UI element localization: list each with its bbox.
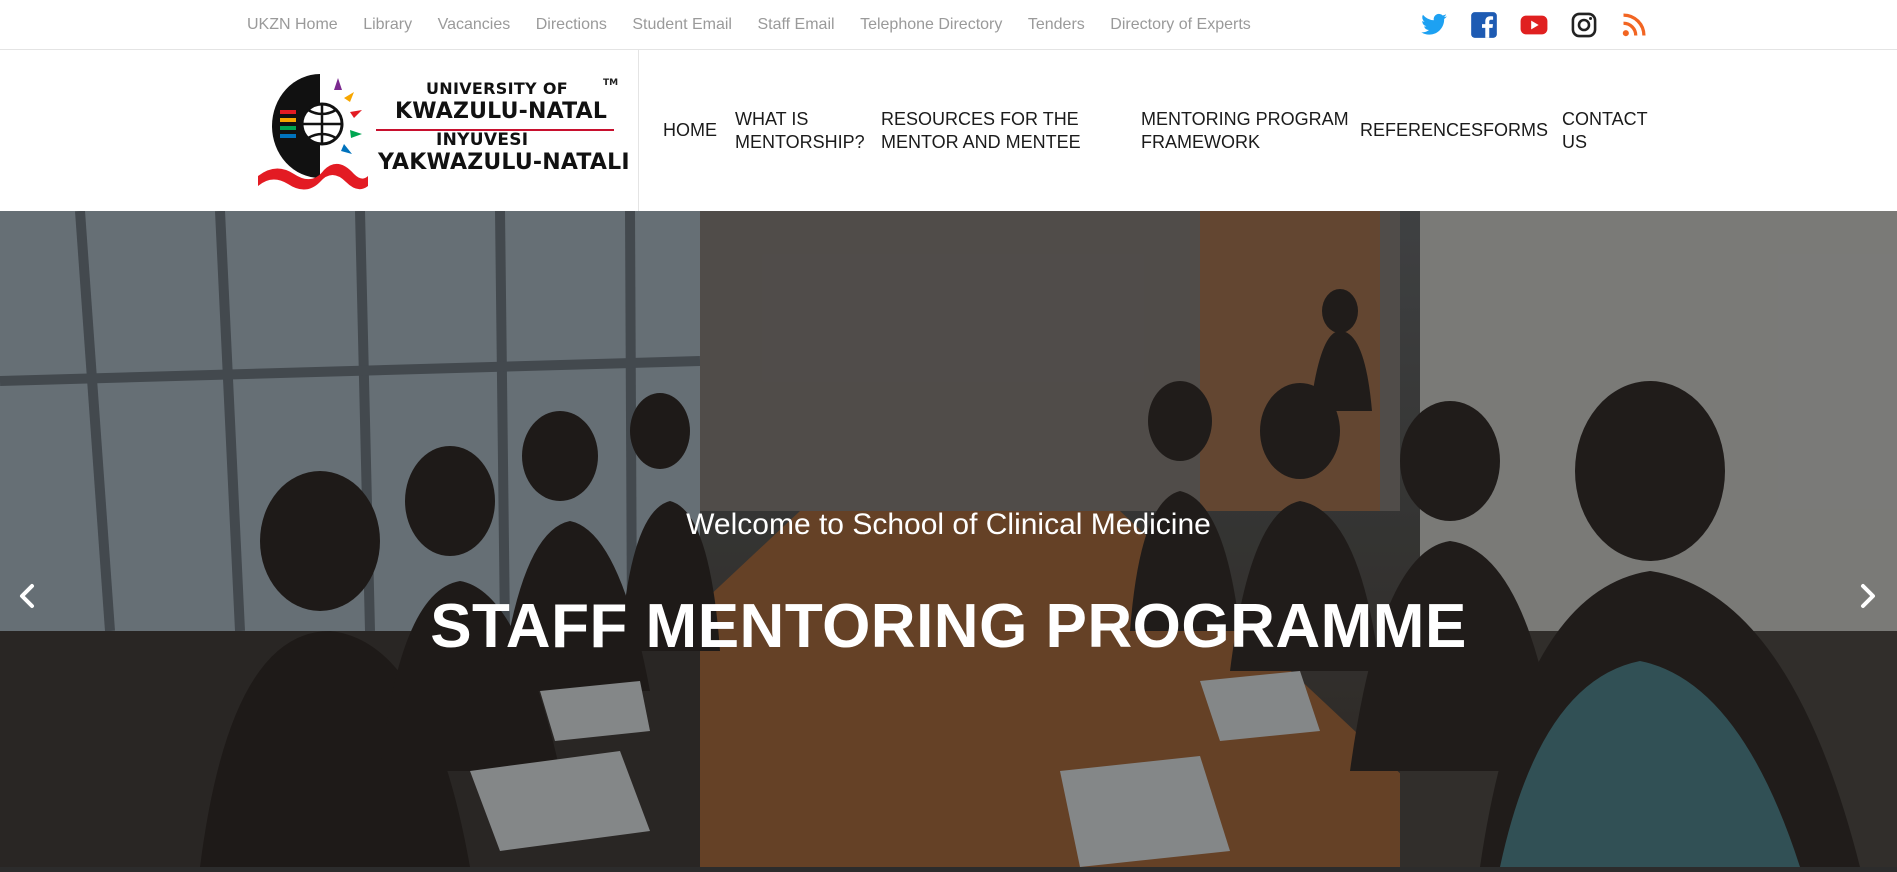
utility-link-student-email[interactable]: Student Email <box>632 16 732 34</box>
logo-line-inyuvesi: INYUVESI <box>436 130 529 150</box>
utility-link-library[interactable]: Library <box>363 16 412 34</box>
nav-item-contact-us[interactable]: CONTACT US <box>1562 108 1647 154</box>
utility-link-staff-email[interactable]: Staff Email <box>757 16 834 34</box>
utility-link-ukzn-home[interactable]: UKZN Home <box>247 16 338 34</box>
ukzn-logo[interactable]: TM UNIVERSITY OF KWAZULU-NATAL INYUVESI … <box>258 70 630 192</box>
hero-title: STAFF MENTORING PROGRAMME <box>430 592 1467 661</box>
chevron-right-icon[interactable] <box>1853 576 1883 616</box>
utility-link-telephone-directory[interactable]: Telephone Directory <box>860 16 1002 34</box>
chevron-left-icon[interactable] <box>12 576 42 616</box>
hero-slider: Welcome to School of Clinical Medicine S… <box>0 211 1897 867</box>
nav-item-what-is-mentorship[interactable]: WHAT IS MENTORSHIP? <box>735 108 881 154</box>
facebook-icon[interactable] <box>1470 11 1498 39</box>
utility-link-vacancies[interactable]: Vacancies <box>438 16 511 34</box>
utility-link-tenders[interactable]: Tenders <box>1028 16 1085 34</box>
top-utility-bar: UKZN Home Library Vacancies Directions S… <box>0 0 1897 50</box>
hero-bottom-strip <box>0 867 1897 872</box>
nav-item-references[interactable]: REFERENCES <box>1360 119 1483 142</box>
logo-line-university-of: UNIVERSITY OF <box>426 79 568 98</box>
social-links <box>1420 11 1670 39</box>
youtube-icon[interactable] <box>1520 11 1548 39</box>
nav-item-framework[interactable]: MENTORING PROGRAM FRAMEWORK <box>1141 108 1360 154</box>
header-divider <box>638 50 639 211</box>
logo-trademark: TM <box>603 78 619 88</box>
main-nav: HOME WHAT IS MENTORSHIP? RESOURCES FOR T… <box>663 50 1647 211</box>
utility-link-directory-of-experts[interactable]: Directory of Experts <box>1110 16 1250 34</box>
instagram-icon[interactable] <box>1570 11 1598 39</box>
utility-links: UKZN Home Library Vacancies Directions S… <box>247 0 1276 50</box>
logo-line-yakwazulu-natali: YAKWAZULU-NATALI <box>378 150 630 175</box>
nav-item-home[interactable]: HOME <box>663 119 735 142</box>
logo-line-kwazulu-natal: KWAZULU-NATAL <box>395 99 608 124</box>
site-header: TM UNIVERSITY OF KWAZULU-NATAL INYUVESI … <box>0 50 1897 211</box>
nav-item-resources[interactable]: RESOURCES FOR THE MENTOR AND MENTEE <box>881 108 1141 154</box>
utility-link-directions[interactable]: Directions <box>536 16 607 34</box>
rss-icon[interactable] <box>1620 11 1648 39</box>
nav-item-forms[interactable]: FORMS <box>1483 119 1562 142</box>
twitter-icon[interactable] <box>1420 11 1448 39</box>
hero-subtitle: Welcome to School of Clinical Medicine <box>686 508 1211 541</box>
